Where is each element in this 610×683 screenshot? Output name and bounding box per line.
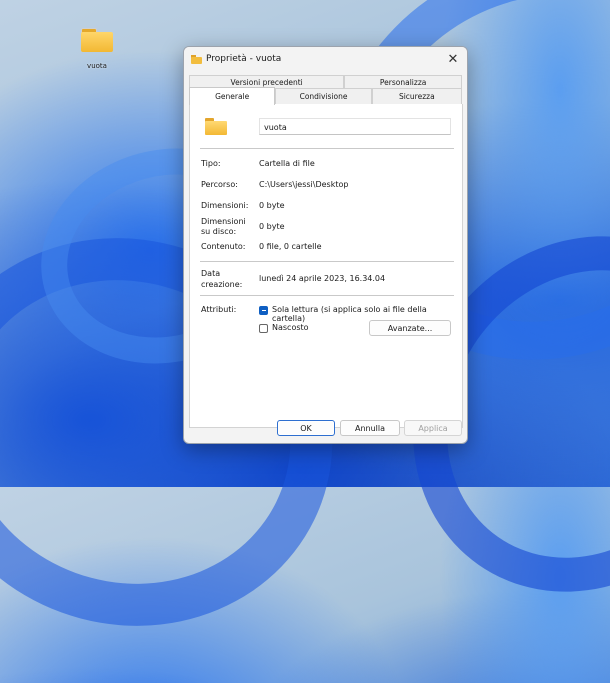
percorso-label: Percorso: — [201, 180, 238, 189]
tab-sicurezza[interactable]: Sicurezza — [371, 88, 462, 104]
dialog-title: Proprietà - vuota — [206, 54, 282, 64]
dimensioni-disco-value: 0 byte — [259, 222, 285, 231]
properties-dialog: Proprietà - vuota ✕ Versioni precedenti … — [183, 46, 468, 444]
attributi-label: Attributi: — [201, 305, 237, 314]
dimensioni-disco-label-2: su disco: — [201, 227, 237, 236]
hidden-label: Nascosto — [272, 323, 309, 332]
data-creazione-label-1: Data — [201, 269, 221, 278]
folder-icon — [205, 118, 227, 135]
divider — [200, 261, 454, 262]
dialog-titlebar[interactable]: Proprietà - vuota ✕ — [184, 47, 467, 71]
close-icon: ✕ — [447, 51, 459, 67]
advanced-button[interactable]: Avanzate... — [369, 320, 451, 336]
ok-button[interactable]: OK — [277, 420, 335, 436]
desktop-folder-label: vuota — [87, 62, 107, 70]
cancel-button[interactable]: Annulla — [340, 420, 400, 436]
tab-generale[interactable]: Generale — [189, 87, 276, 105]
divider — [200, 148, 454, 149]
folder-name-input[interactable]: vuota — [259, 118, 451, 135]
contenuto-value: 0 file, 0 cartelle — [259, 242, 322, 251]
dimensioni-label: Dimensioni: — [201, 201, 249, 210]
apply-button[interactable]: Applica — [404, 420, 462, 436]
tipo-value: Cartella di file — [259, 159, 315, 168]
dimensioni-disco-label-1: Dimensioni — [201, 217, 246, 226]
data-creazione-value: lunedì 24 aprile 2023, 16.34.04 — [259, 274, 386, 283]
divider — [200, 295, 454, 296]
desktop-folder-icon[interactable]: vuota — [74, 28, 120, 70]
tab-condivisione[interactable]: Condivisione — [275, 88, 372, 104]
tipo-label: Tipo: — [201, 159, 221, 168]
hidden-checkbox[interactable] — [259, 324, 268, 333]
close-button[interactable]: ✕ — [439, 47, 467, 71]
contenuto-label: Contenuto: — [201, 242, 246, 251]
data-creazione-label-2: creazione: — [201, 280, 243, 289]
tab-row-front: Generale Condivisione Sicurezza — [189, 87, 462, 105]
readonly-checkbox[interactable] — [259, 306, 268, 315]
dimensioni-value: 0 byte — [259, 201, 285, 210]
general-tab-panel: vuota Tipo: Cartella di file Percorso: C… — [189, 104, 463, 428]
tab-personalizza[interactable]: Personalizza — [344, 75, 462, 89]
tab-bar: Versioni precedenti Personalizza General… — [189, 75, 462, 107]
percorso-value: C:\Users\jessi\Desktop — [259, 180, 349, 189]
folder-icon — [81, 28, 113, 52]
folder-icon — [191, 54, 202, 64]
